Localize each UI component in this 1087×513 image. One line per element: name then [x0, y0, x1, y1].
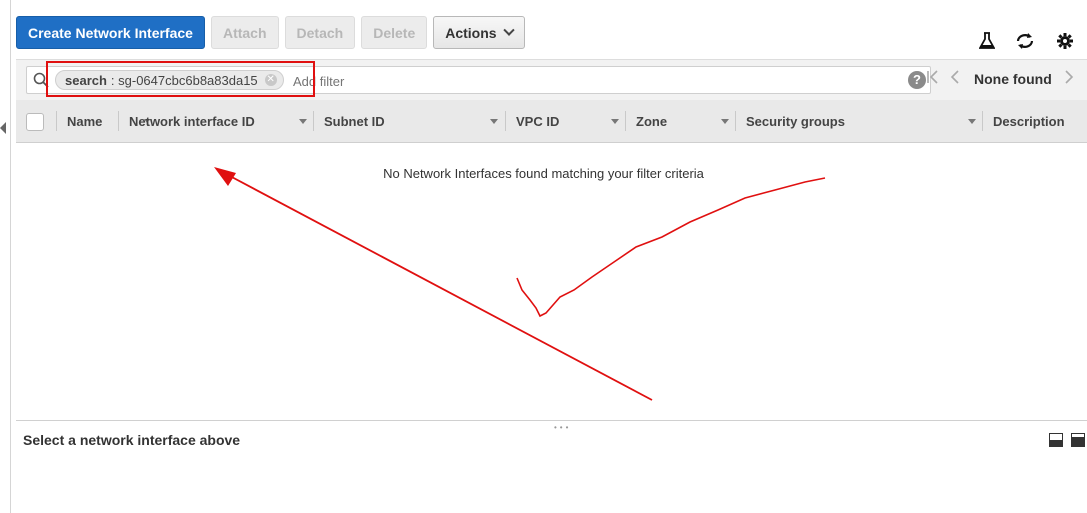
- column-label: Network interface ID: [129, 113, 255, 129]
- attach-button[interactable]: Attach: [210, 16, 279, 49]
- resize-handle[interactable]: •••: [554, 423, 571, 432]
- column-header-zone[interactable]: Zone: [625, 100, 735, 142]
- select-all-checkbox[interactable]: [26, 113, 44, 131]
- panel-split-icon[interactable]: [1049, 433, 1063, 447]
- column-separator: [505, 111, 506, 131]
- column-header-subnet-id[interactable]: Subnet ID: [313, 100, 505, 142]
- table-header: Name Network interface ID Subnet ID VPC …: [16, 100, 1087, 143]
- chevron-down-icon[interactable]: [721, 119, 729, 124]
- column-label: Subnet ID: [324, 113, 385, 129]
- top-right-icons: [977, 30, 1087, 52]
- toolbar: Create Network Interface Attach Detach D…: [16, 16, 525, 49]
- column-label: Security groups: [746, 113, 845, 129]
- empty-results-message: No Network Interfaces found matching you…: [383, 166, 704, 181]
- pagination: None found: [926, 59, 1074, 99]
- chevron-down-icon[interactable]: [299, 119, 307, 124]
- column-label: Description: [993, 113, 1065, 129]
- chevron-down-icon[interactable]: [968, 119, 976, 124]
- column-separator: [982, 111, 983, 131]
- results-grid: [16, 143, 1087, 420]
- previous-page-icon[interactable]: [950, 69, 960, 89]
- column-separator: [313, 111, 314, 131]
- column-label: VPC ID: [516, 113, 560, 129]
- column-header-network-interface-id[interactable]: Network interface ID: [118, 100, 310, 142]
- details-panel-title: Select a network interface above: [23, 432, 241, 448]
- refresh-icon[interactable]: [1015, 30, 1035, 52]
- next-page-icon[interactable]: [1064, 69, 1074, 89]
- collapse-nav-icon[interactable]: [0, 122, 6, 134]
- panel-maximize-icon[interactable]: [1071, 433, 1085, 447]
- delete-button[interactable]: Delete: [361, 16, 428, 49]
- column-label: Zone: [636, 113, 668, 129]
- column-separator: [118, 111, 119, 131]
- column-header-name[interactable]: Name: [56, 100, 150, 142]
- panel-divider: [16, 420, 1087, 421]
- actions-label: Actions: [445, 24, 497, 41]
- column-separator: [625, 111, 626, 131]
- column-header-description[interactable]: Description: [982, 100, 1087, 142]
- chevron-down-icon[interactable]: [490, 119, 498, 124]
- gear-icon[interactable]: [1055, 30, 1075, 52]
- column-separator: [735, 111, 736, 131]
- chevron-down-icon: [502, 24, 515, 36]
- chevron-down-icon[interactable]: [611, 119, 619, 124]
- pagination-status: None found: [974, 71, 1052, 87]
- column-header-vpc-id[interactable]: VPC ID: [505, 100, 625, 142]
- first-page-icon[interactable]: [926, 69, 940, 89]
- add-filter-input[interactable]: [291, 71, 885, 91]
- column-label: Name: [67, 113, 103, 129]
- create-network-interface-button[interactable]: Create Network Interface: [16, 16, 205, 49]
- flask-icon[interactable]: [977, 30, 997, 52]
- annotation-highlight-box: [46, 61, 315, 97]
- panel-layout-icons: [1049, 433, 1085, 447]
- actions-button[interactable]: Actions: [433, 16, 525, 49]
- detach-button[interactable]: Detach: [284, 16, 356, 49]
- help-icon[interactable]: ?: [908, 71, 926, 89]
- column-header-security-groups[interactable]: Security groups: [735, 100, 982, 142]
- column-separator: [56, 111, 57, 131]
- left-nav-rail: [0, 0, 11, 513]
